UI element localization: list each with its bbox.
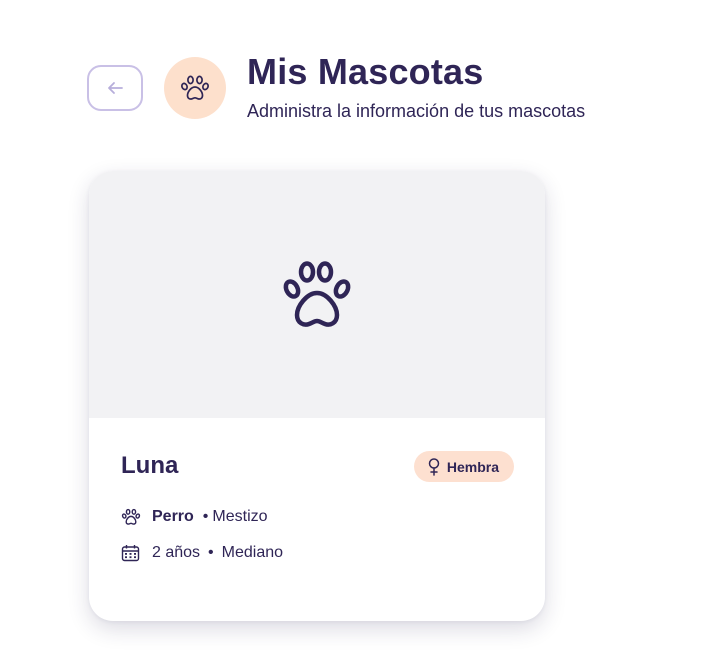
page-subtitle: Administra la información de tus mascota… (247, 101, 586, 121)
age-row: 2 años • Mediano (121, 543, 283, 563)
back-button[interactable] (87, 65, 143, 111)
pet-card[interactable]: Luna Hembra Perro • Mestizo 2 años • Med… (89, 171, 545, 621)
paw-icon (181, 75, 209, 100)
pet-breed: Mestizo (212, 508, 268, 525)
species-row: Perro • Mestizo (121, 507, 268, 527)
separator-dot: • (208, 544, 214, 561)
paw-icon (121, 508, 141, 526)
gender-label: Hembra (446, 458, 499, 475)
pet-species: Perro (152, 508, 194, 525)
separator-dot: • (202, 508, 209, 525)
pet-name: Luna (121, 452, 179, 479)
paw-icon (283, 260, 351, 327)
calendar-icon (121, 544, 141, 562)
pet-size: Mediano (221, 544, 284, 561)
pet-info: Luna Hembra Perro • Mestizo 2 años • Med… (89, 418, 545, 621)
header-avatar (164, 57, 226, 119)
pet-age: 2 años (152, 544, 201, 561)
arrow-left-icon (108, 82, 123, 94)
my-pets-page: Mis Mascotas Administra la información d… (0, 0, 725, 650)
pet-photo-placeholder (89, 171, 545, 418)
female-icon (428, 457, 440, 476)
page-title: Mis Mascotas (247, 51, 484, 92)
gender-badge: Hembra (413, 451, 514, 482)
